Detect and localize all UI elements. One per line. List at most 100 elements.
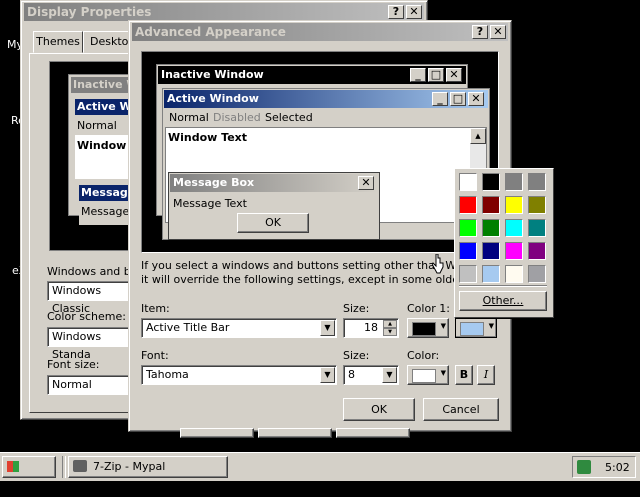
maximize-icon: □ [428, 68, 444, 82]
windows-buttons-select[interactable]: Windows Classic [47, 281, 137, 315]
start-button[interactable]: Start [2, 456, 56, 494]
color-swatch[interactable] [505, 242, 523, 260]
display-properties-button-3[interactable] [336, 428, 410, 438]
font-size-select[interactable]: 8 ▼ [343, 365, 399, 385]
tray-network-icon[interactable] [577, 460, 591, 474]
preview-menu-disabled: Disabled [213, 111, 261, 124]
color-swatch[interactable] [482, 265, 500, 283]
color-swatch[interactable] [482, 219, 500, 237]
taskbar-task-7zip[interactable]: 7-Zip - Mypal [68, 456, 228, 478]
advanced-appearance-titlebar[interactable]: Advanced Appearance ? ✕ [132, 23, 508, 41]
minimize-icon: _ [432, 92, 448, 106]
hint-text-line2: it will override the following settings,… [141, 273, 504, 286]
size-label: Size: [343, 302, 370, 315]
chevron-down-icon: ▼ [440, 322, 446, 330]
font-size-label: Size: [343, 349, 370, 362]
chevron-down-icon[interactable]: ▼ [320, 367, 335, 383]
display-properties-button-1[interactable] [180, 428, 254, 438]
chevron-down-icon: ▼ [440, 369, 446, 377]
color-swatch[interactable] [528, 196, 546, 214]
color-swatch[interactable] [528, 242, 546, 260]
spin-down-icon[interactable]: ▼ [383, 328, 397, 336]
maximize-icon: □ [450, 92, 466, 106]
clock[interactable]: 5:02 [605, 461, 630, 474]
color-swatch[interactable] [528, 219, 546, 237]
color2-swatch [460, 322, 484, 336]
preview-active-titlebar: Active Window _ □ ✕ [164, 90, 488, 108]
item-select[interactable]: Active Title Bar ▼ [141, 318, 337, 338]
font-color-swatch [412, 369, 436, 383]
ok-button[interactable]: OK [343, 398, 415, 421]
color-swatch[interactable] [505, 173, 523, 191]
system-tray: 5:02 [572, 456, 636, 478]
font-select[interactable]: Tahoma ▼ [141, 365, 337, 385]
preview-window-text: Window Text [168, 131, 248, 144]
help-button[interactable]: ? [388, 5, 404, 19]
spin-up-icon[interactable]: ▲ [383, 320, 397, 328]
chevron-down-icon[interactable]: ▼ [320, 320, 335, 336]
color1-picker[interactable]: ▼ [407, 318, 449, 338]
color1-label: Color 1: [407, 302, 450, 315]
advanced-preview: Inactive Window _ □ ✕ Active Window _ □ … [141, 51, 499, 253]
font-size-value: 8 [348, 368, 355, 381]
color1-swatch [412, 322, 436, 336]
advanced-appearance-title: Advanced Appearance [135, 25, 286, 39]
close-button[interactable]: ✕ [406, 5, 422, 19]
color-swatch[interactable] [528, 173, 546, 191]
scroll-up-icon: ▲ [470, 128, 486, 144]
font-select-value: Tahoma [146, 368, 189, 381]
color-swatch[interactable] [482, 173, 500, 191]
font-size-label: Font size: [47, 358, 100, 371]
font-size-select[interactable]: Normal [47, 375, 137, 395]
minimize-icon: _ [410, 68, 426, 82]
close-icon: ✕ [468, 92, 484, 106]
close-icon: ✕ [358, 176, 374, 190]
color-swatch[interactable] [459, 265, 477, 283]
font-label: Font: [141, 349, 169, 362]
help-button[interactable]: ? [472, 25, 488, 39]
font-color-picker[interactable]: ▼ [407, 365, 449, 385]
color-swatch[interactable] [482, 196, 500, 214]
color-swatch[interactable] [459, 219, 477, 237]
preview-active-title: Active Window [167, 92, 259, 105]
item-select-value: Active Title Bar [146, 321, 230, 334]
close-icon: ✕ [446, 68, 462, 82]
color2-picker[interactable]: ▼ [455, 318, 497, 338]
preview-msgbox-title: Message Box [173, 176, 255, 189]
color-swatch[interactable] [505, 219, 523, 237]
color-scheme-select[interactable]: Windows Standa [47, 327, 137, 361]
other-color-button[interactable]: Other... [459, 291, 547, 311]
preview-menu-selected: Selected [265, 111, 313, 124]
preview-msgbox-text: Message [81, 205, 130, 218]
size-value: 18 [364, 321, 378, 334]
color-swatch[interactable] [482, 242, 500, 260]
tab-themes[interactable]: Themes [33, 31, 83, 53]
taskbar: Start 7-Zip - Mypal 5:02 [0, 452, 640, 494]
display-properties-titlebar[interactable]: Display Properties ? ✕ [24, 3, 424, 21]
cancel-button[interactable]: Cancel [423, 398, 499, 421]
taskbar-separator [62, 456, 66, 478]
mouse-cursor-icon [432, 254, 444, 274]
color-label: Color: [407, 349, 440, 362]
preview-msgbox-ok: OK [237, 213, 309, 233]
size-spinner[interactable]: 18 ▲ ▼ [343, 318, 399, 338]
preview-menu-normal: Normal [77, 119, 117, 132]
hint-text-line1: If you select a windows and buttons sett… [141, 259, 480, 272]
color-swatch[interactable] [459, 173, 477, 191]
item-label: Item: [141, 302, 170, 315]
preview-inactive-title: Inactive Window [161, 68, 264, 81]
chevron-down-icon[interactable]: ▼ [382, 367, 397, 383]
display-properties-button-2[interactable] [258, 428, 332, 438]
color-swatch[interactable] [459, 196, 477, 214]
preview-menu-normal: Normal [169, 111, 209, 124]
color-swatch[interactable] [459, 242, 477, 260]
italic-toggle[interactable]: I [477, 365, 495, 385]
preview-msgbox: Message Box ✕ Message Text OK [168, 172, 380, 240]
chevron-down-icon: ▼ [488, 322, 494, 330]
color-swatch[interactable] [505, 196, 523, 214]
bold-toggle[interactable]: B [455, 365, 473, 385]
color-swatch[interactable] [505, 265, 523, 283]
close-button[interactable]: ✕ [490, 25, 506, 39]
windows-logo-icon [7, 461, 19, 472]
color-swatch[interactable] [528, 265, 546, 283]
